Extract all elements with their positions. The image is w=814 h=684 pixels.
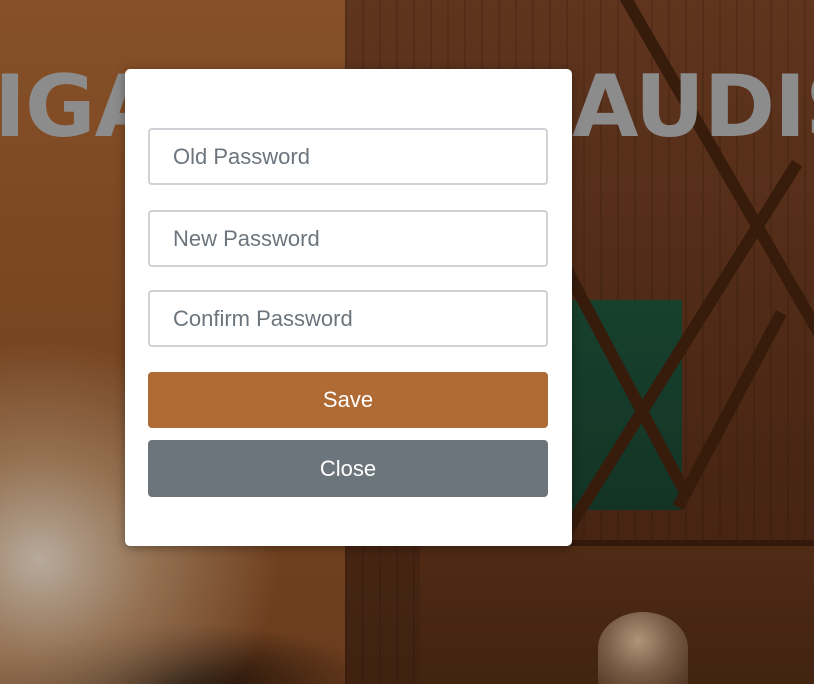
page-background: IGA AUDIS Save Close (0, 0, 814, 684)
background-title-right: AUDIS (572, 57, 814, 157)
close-button[interactable]: Close (148, 440, 548, 497)
old-password-input[interactable] (148, 128, 548, 185)
change-password-modal: Save Close (125, 69, 572, 546)
save-button[interactable]: Save (148, 372, 548, 428)
new-password-input[interactable] (148, 210, 548, 267)
confirm-password-input[interactable] (148, 290, 548, 347)
